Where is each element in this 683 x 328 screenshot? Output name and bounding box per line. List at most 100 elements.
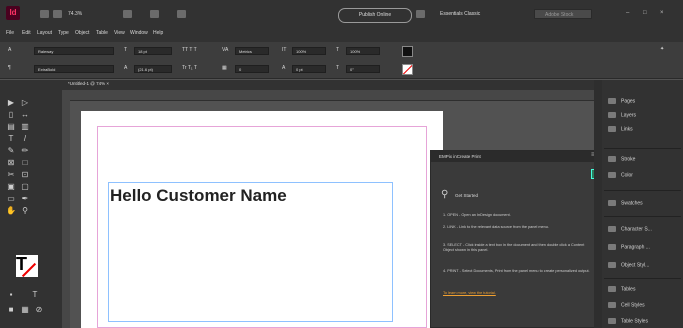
menu-help[interactable]: Help [153,30,163,36]
menu-object[interactable]: Object [75,30,89,36]
panel-cell-styles[interactable]: Cell Styles [608,302,645,308]
page-tool-icon[interactable]: ▯ [6,110,16,119]
rectangle-frame-tool-icon[interactable]: ⊠ [6,158,16,167]
gradient-feather-tool-icon[interactable]: ▢ [20,182,30,191]
step-print: 4. PRINT - Select Documents, Print from … [443,269,590,273]
application-bar: Id 74.3% Publish Online Essentials Class… [0,0,683,28]
menu-table[interactable]: Table [96,30,108,36]
publish-online-button[interactable]: Publish Online [338,8,412,23]
gradient-swatch-tool-icon[interactable]: ▣ [6,182,16,191]
right-panel-dock: Pages Layers Links Stroke Color Swatches… [602,80,683,328]
zoom-tool-icon[interactable]: ⚲ [20,206,30,215]
panel-table[interactable]: Tables [608,286,635,292]
selection-tool-icon[interactable]: ▶ [6,98,16,107]
search-input[interactable]: Adobe Stock [534,9,592,19]
tracking-field[interactable]: 0 [235,65,269,73]
color-icon [608,172,616,178]
character-formatting-icon[interactable]: A [8,47,11,53]
formatting-container-icon[interactable]: ▪ [6,290,16,299]
step-link: 2. LINK - Link to the relevant data sour… [443,225,549,229]
character-styles-icon [608,226,616,232]
panel-options-icon[interactable]: ✦ [660,46,664,52]
gap-tool-icon[interactable]: ↔ [20,110,30,119]
panel-swatches[interactable]: Swatches [608,200,643,206]
kerning-field[interactable]: Metrics [235,47,269,55]
maximize-icon[interactable]: □ [643,10,647,16]
share-icon[interactable] [416,10,425,18]
horizontal-ruler[interactable] [70,90,594,101]
apply-gradient-icon[interactable]: ▦ [20,305,30,314]
apply-color-icon[interactable]: ■ [6,305,16,314]
fill-stroke-icon[interactable]: T [16,255,38,278]
tutorial-link[interactable]: To learn more, view the tutorial. [443,291,593,296]
hand-tool-icon[interactable]: ✋ [6,206,16,215]
panel-character-styles[interactable]: Character S... [608,226,652,232]
pen-tool-icon[interactable]: ✎ [6,146,16,155]
panel-table-styles[interactable]: Table Styles [608,318,648,324]
arrange-documents-icon[interactable] [177,10,186,18]
close-icon[interactable]: × [660,10,664,16]
links-icon [608,126,616,132]
formatting-text-icon[interactable]: T [30,290,40,299]
panel-separator [604,190,681,191]
content-collector-icon[interactable]: ▤ [6,122,16,131]
stroke-swatch[interactable] [402,64,413,75]
panel-paragraph-styles[interactable]: Paragraph ... [608,244,650,250]
vertical-scale-field[interactable]: 100% [292,47,326,55]
minimize-icon[interactable]: – [626,10,629,16]
control-bar-row-2: ¶ ExtraBold A (21.6 pt) Tr T₁ T ▦ 0 A 0 … [0,60,683,79]
menu-edit[interactable]: Edit [22,30,31,36]
layers-icon [608,112,616,118]
screen-mode-icon[interactable] [150,10,159,18]
leading-field[interactable]: (21.6 pt) [134,65,172,73]
menu-layout[interactable]: Layout [37,30,52,36]
scissors-tool-icon[interactable]: ✂ [6,170,16,179]
panel-header[interactable]: EMPix inCreate Print ≡ [431,151,601,162]
panel-layers[interactable]: Layers [608,112,636,118]
paragraph-formatting-icon[interactable]: ¶ [8,65,11,71]
menu-type[interactable]: Type [58,30,69,36]
stroke-icon [608,156,616,162]
zoom-level[interactable]: 74.3% [68,11,82,17]
stock-icon[interactable] [53,10,62,18]
font-style-field[interactable]: ExtraBold [34,65,114,73]
panel-object-styles[interactable]: Object Styl... [608,262,649,268]
type-tool-icon[interactable]: T [6,134,16,143]
menu-file[interactable]: File [6,30,14,36]
table-styles-icon [608,318,616,324]
menu-window[interactable]: Window [130,30,148,36]
panel-pages[interactable]: Pages [608,98,635,104]
table-icon [608,286,616,292]
horizontal-scale-field[interactable]: 100% [346,47,380,55]
free-transform-tool-icon[interactable]: ⊡ [20,170,30,179]
view-options-icon[interactable] [123,10,132,18]
rectangle-tool-icon[interactable]: □ [20,158,30,167]
tracking-icon: ▦ [222,65,227,71]
font-size-field[interactable]: 18 pt [134,47,172,55]
panel-color[interactable]: Color [608,172,633,178]
note-tool-icon[interactable]: ▭ [6,194,16,203]
underline-icon[interactable]: Tr T₁ T [182,65,197,71]
panel-links[interactable]: Links [608,126,633,132]
apply-none-icon[interactable]: ⊘ [34,305,44,314]
menu-view[interactable]: View [114,30,125,36]
panel-stroke[interactable]: Stroke [608,156,635,162]
skew-field[interactable]: 0° [346,65,380,73]
workspace-switcher[interactable]: Essentials Classic [440,11,480,17]
eyedropper-tool-icon[interactable]: ✒ [20,194,30,203]
content-placer-icon[interactable]: ▥ [20,122,30,131]
cell-styles-icon [608,302,616,308]
text-frame-content[interactable]: Hello Customer Name [110,186,287,206]
get-started-heading: Get Started [455,193,479,198]
vertical-ruler[interactable] [62,90,70,328]
bridge-icon[interactable] [40,10,49,18]
all-caps-icon[interactable]: TT T T [182,47,197,53]
tools-panel: ▶ ▷ ▯ ↔ ▤ ▥ T / ✎ ✏ ⊠ □ ✂ ⊡ ▣ ▢ ▭ ✒ ✋ ⚲ … [0,80,62,328]
document-tab[interactable]: *Untitled-1 @ 74% × [68,81,109,86]
direct-selection-tool-icon[interactable]: ▷ [20,98,30,107]
pencil-tool-icon[interactable]: ✏ [20,146,30,155]
font-family-field[interactable]: Raleway [34,47,114,55]
line-tool-icon[interactable]: / [20,134,30,143]
fill-swatch[interactable] [402,46,413,57]
baseline-shift-field[interactable]: 0 pt [292,65,326,73]
